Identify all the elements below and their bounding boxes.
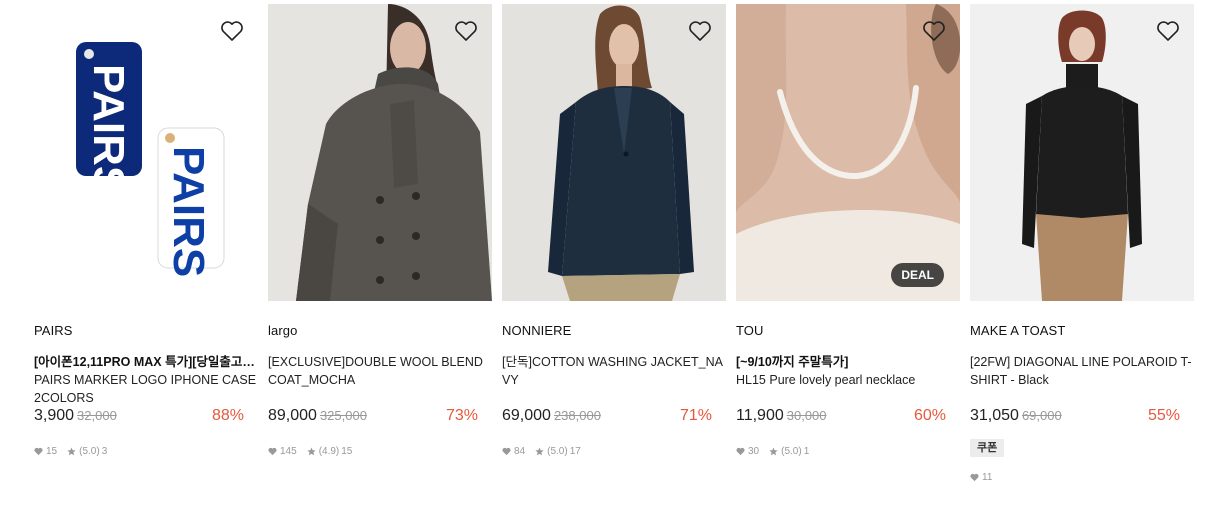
tshirt-model-image — [970, 4, 1194, 301]
like-count: 15 — [46, 445, 58, 457]
jacket-model-image — [502, 4, 726, 301]
brand-name[interactable]: MAKE A TOAST — [970, 323, 1194, 339]
product-stats: 15 (5.0) 3 — [34, 445, 258, 457]
sale-price: 11,900 — [736, 407, 784, 424]
original-price: 69,000 — [1021, 408, 1062, 423]
original-price: 30,000 — [786, 408, 827, 423]
product-card[interactable]: largo [EXCLUSIVE]DOUBLE WOOL BLEND COAT_… — [268, 4, 492, 457]
heart-icon — [736, 447, 745, 455]
rating: (5.0) — [547, 445, 568, 457]
sale-price: 69,000 — [502, 407, 551, 424]
product-image[interactable]: PAIRS PAIRS — [34, 4, 258, 301]
star-icon — [307, 446, 316, 455]
heart-icon[interactable] — [454, 20, 478, 42]
review-count: 15 — [341, 445, 353, 457]
price-row: 89,000 325,000 73% — [268, 407, 492, 429]
svg-text:PAIRS: PAIRS — [84, 64, 133, 195]
product-image[interactable] — [502, 4, 726, 301]
star-icon — [67, 446, 76, 455]
original-price: 325,000 — [319, 408, 367, 423]
promo-label: [아이폰12,11PRO MAX 특가][당일출고… — [34, 355, 255, 369]
heart-icon[interactable] — [688, 20, 712, 42]
heart-icon[interactable] — [1156, 20, 1180, 42]
heart-icon — [970, 473, 979, 481]
deal-badge: DEAL — [891, 263, 944, 287]
product-title[interactable]: [~9/10까지 주말특가] HL15 Pure lovely pearl ne… — [736, 353, 960, 407]
price-row: 11,900 30,000 60% — [736, 407, 960, 429]
rating: (5.0) — [781, 445, 802, 457]
discount-rate: 88% — [211, 407, 244, 424]
product-stats: 11 — [970, 471, 1194, 483]
phone-case-image: PAIRS PAIRS — [76, 42, 225, 277]
product-image[interactable]: DEAL — [736, 4, 960, 301]
price-row: 3,900 32,000 88% — [34, 407, 258, 429]
star-icon — [769, 446, 778, 455]
product-title[interactable]: [아이폰12,11PRO MAX 특가][당일출고… PAIRS MARKER … — [34, 353, 258, 407]
product-title[interactable]: [단독]COTTON WASHING JACKET_NAVY — [502, 353, 726, 407]
product-card[interactable]: DEAL TOU [~9/10까지 주말특가] HL15 Pure lovely… — [736, 4, 960, 457]
heart-icon[interactable] — [922, 20, 946, 42]
product-card[interactable]: PAIRS PAIRS PAIRS [아이폰12,11PRO MAX 특가][당… — [34, 4, 258, 457]
product-stats: 84 (5.0) 17 — [502, 445, 726, 457]
product-card[interactable]: NONNIERE [단독]COTTON WASHING JACKET_NAVY … — [502, 4, 726, 457]
brand-name[interactable]: largo — [268, 323, 492, 339]
product-image[interactable] — [970, 4, 1194, 301]
product-name: PAIRS MARKER LOGO IPHONE CASE 2COLORS — [34, 373, 257, 405]
brand-name[interactable]: NONNIERE — [502, 323, 726, 339]
sale-price: 89,000 — [268, 407, 317, 424]
price-row: 31,050 69,000 55% — [970, 407, 1194, 429]
sale-price: 31,050 — [970, 407, 1019, 424]
brand-name[interactable]: TOU — [736, 323, 960, 339]
review-count: 1 — [803, 445, 810, 457]
discount-rate: 73% — [445, 407, 478, 424]
sale-price: 3,900 — [34, 407, 75, 424]
pearl-necklace-image — [736, 4, 960, 301]
coat-model-image — [268, 4, 492, 301]
heart-icon — [34, 447, 43, 455]
like-count: 84 — [514, 445, 526, 457]
original-price: 238,000 — [553, 408, 601, 423]
like-count: 145 — [280, 445, 297, 457]
review-count: 17 — [569, 445, 581, 457]
coupon-badge: 쿠폰 — [970, 439, 1005, 457]
original-price: 32,000 — [77, 408, 117, 423]
brand-name[interactable]: PAIRS — [34, 323, 258, 339]
product-name: [EXCLUSIVE]DOUBLE WOOL BLEND COAT_MOCHA — [268, 355, 483, 387]
like-count: 30 — [748, 445, 760, 457]
product-name: [22FW] DIAGONAL LINE POLAROID T-SHIRT - … — [970, 355, 1192, 387]
star-icon — [535, 446, 544, 455]
discount-rate: 71% — [679, 407, 712, 424]
discount-rate: 60% — [913, 407, 946, 424]
rating: (5.0) — [79, 445, 100, 457]
discount-rate: 55% — [1147, 407, 1180, 424]
review-count: 3 — [101, 445, 108, 457]
product-stats: 145 (4.9) 15 — [268, 445, 492, 457]
product-name: [단독]COTTON WASHING JACKET_NAVY — [502, 355, 723, 387]
promo-label: [~9/10까지 주말특가] — [736, 355, 849, 369]
heart-icon[interactable] — [220, 20, 244, 42]
product-title[interactable]: [22FW] DIAGONAL LINE POLAROID T-SHIRT - … — [970, 353, 1194, 407]
heart-icon — [268, 447, 277, 455]
svg-text:PAIRS: PAIRS — [164, 146, 213, 277]
rating: (4.9) — [318, 445, 340, 457]
product-stats: 30 (5.0) 1 — [736, 445, 960, 457]
heart-icon — [502, 447, 511, 455]
product-image[interactable] — [268, 4, 492, 301]
product-title[interactable]: [EXCLUSIVE]DOUBLE WOOL BLEND COAT_MOCHA — [268, 353, 492, 407]
product-name: HL15 Pure lovely pearl necklace — [736, 373, 916, 387]
product-card[interactable]: MAKE A TOAST [22FW] DIAGONAL LINE POLARO… — [970, 4, 1194, 483]
like-count: 11 — [982, 471, 993, 483]
price-row: 69,000 238,000 71% — [502, 407, 726, 429]
